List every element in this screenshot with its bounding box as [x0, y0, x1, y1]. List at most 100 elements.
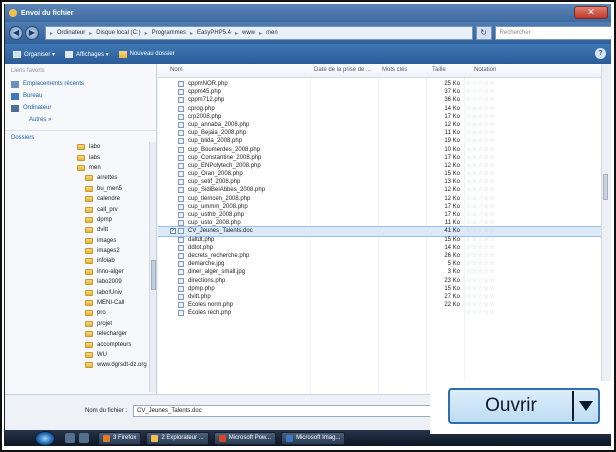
quick-launch-icon[interactable]: [65, 433, 75, 443]
column-date[interactable]: Date de la prise de ...: [314, 67, 371, 73]
open-button[interactable]: Ouvrir: [448, 388, 600, 424]
close-button[interactable]: ✕: [574, 6, 608, 19]
rating-stars-icon[interactable]: ☆☆☆☆☆: [466, 170, 495, 178]
breadcrumb-separator-icon[interactable]: ▸: [235, 30, 238, 37]
file-row[interactable]: crp2008.php 17 Ko ☆☆☆☆☆: [158, 113, 608, 121]
rating-stars-icon[interactable]: ☆☆☆☆☆: [466, 277, 495, 285]
breadcrumb-item[interactable]: Programmes: [152, 30, 186, 36]
favorite-link[interactable]: Ordinateur: [5, 102, 156, 114]
folder-tree-item[interactable]: MENI-Call: [5, 298, 156, 308]
rating-stars-icon[interactable]: ☆☆☆☆☆: [466, 113, 495, 121]
rating-stars-icon[interactable]: ☆☆☆☆☆: [466, 227, 495, 235]
folder-tree-item[interactable]: www.dgrsdt-dz.org: [5, 360, 156, 370]
selected-checkbox[interactable]: ✓: [170, 228, 176, 235]
file-row[interactable]: cppm712.php 36 Ko ☆☆☆☆☆: [158, 96, 608, 104]
rating-stars-icon[interactable]: ☆☆☆☆☆: [466, 105, 495, 113]
breadcrumb-separator-icon[interactable]: ▸: [89, 30, 92, 37]
rating-stars-icon[interactable]: ☆☆☆☆☆: [466, 236, 495, 244]
navigation-scrollbar[interactable]: [149, 142, 156, 392]
rating-stars-icon[interactable]: ☆☆☆☆☆: [466, 203, 495, 211]
file-row[interactable]: cup_ENPolytech_2008.php 12 Ko ☆☆☆☆☆: [158, 162, 608, 170]
taskbar-button[interactable]: 2 Explorateur ...: [146, 431, 209, 445]
file-row[interactable]: cup_setif_2008.php 13 Ko ☆☆☆☆☆: [158, 178, 608, 186]
folder-tree-item[interactable]: projet: [5, 319, 156, 329]
folder-tree-item[interactable]: men: [5, 163, 156, 173]
file-row[interactable]: cup_usthb_2008.php 17 Ko ☆☆☆☆☆: [158, 211, 608, 219]
file-row[interactable]: decrets_recherche.php 26 Ko ☆☆☆☆☆: [158, 252, 608, 260]
file-row[interactable]: cup_usto_2008.php 11 Ko ☆☆☆☆☆: [158, 219, 608, 227]
rating-stars-icon[interactable]: ☆☆☆☆☆: [466, 146, 495, 154]
file-row[interactable]: cprog.php 14 Ko ☆☆☆☆☆: [158, 105, 608, 113]
file-row[interactable]: dpmp.php 15 Ko ☆☆☆☆☆: [158, 285, 608, 293]
folder-tree-item[interactable]: inno-alger: [5, 267, 156, 277]
file-row[interactable]: diner_alger_small.jpg 3 Ko ☆☆☆☆☆: [158, 268, 608, 276]
rating-stars-icon[interactable]: ☆☆☆☆☆: [466, 301, 495, 309]
column-name[interactable]: Nom: [170, 67, 183, 73]
breadcrumb-item[interactable]: men: [266, 30, 278, 36]
file-row[interactable]: cppmNOR.php 25 Ko ☆☆☆☆☆: [158, 80, 608, 88]
file-list-scrollbar[interactable]: [601, 64, 608, 394]
column-tags[interactable]: Mots clés: [382, 67, 407, 73]
file-row[interactable]: Ecoles norm.php 22 Ko ☆☆☆☆☆: [158, 301, 608, 309]
folder-tree-item[interactable]: WU: [5, 350, 156, 360]
file-row[interactable]: cup_Boumerdes_2008.php 10 Ko ☆☆☆☆☆: [158, 146, 608, 154]
column-size[interactable]: Taille: [432, 67, 446, 73]
breadcrumb-separator-icon[interactable]: ▸: [190, 30, 193, 37]
rating-stars-icon[interactable]: ☆☆☆☆☆: [466, 80, 495, 88]
help-icon[interactable]: ?: [595, 48, 606, 59]
file-row[interactable]: dvitt.php 27 Ko ☆☆☆☆☆: [158, 293, 608, 301]
folder-tree-item[interactable]: telecharger: [5, 329, 156, 339]
rating-stars-icon[interactable]: ☆☆☆☆☆: [466, 260, 495, 268]
back-button[interactable]: ◀: [9, 26, 23, 40]
folder-tree-item[interactable]: labo2009: [5, 277, 156, 287]
folder-tree-item[interactable]: dvitt: [5, 225, 156, 235]
file-row[interactable]: cup_ummm_2008.php 17 Ko ☆☆☆☆☆: [158, 203, 608, 211]
rating-stars-icon[interactable]: ☆☆☆☆☆: [466, 195, 495, 203]
rating-stars-icon[interactable]: ☆☆☆☆☆: [466, 268, 495, 276]
rating-stars-icon[interactable]: ☆☆☆☆☆: [466, 285, 495, 293]
file-row[interactable]: Ecoles rech.php ☆☆☆☆☆: [158, 309, 608, 317]
navigation-scroll-thumb[interactable]: [151, 260, 156, 290]
file-row[interactable]: cppm45.php 37 Ko ☆☆☆☆☆: [158, 88, 608, 96]
folder-tree-item[interactable]: pro: [5, 308, 156, 318]
rating-stars-icon[interactable]: ☆☆☆☆☆: [466, 88, 495, 96]
folder-tree-item[interactable]: accompteurs: [5, 339, 156, 349]
quick-launch-icon[interactable]: [79, 433, 89, 443]
rating-stars-icon[interactable]: ☆☆☆☆☆: [466, 154, 495, 162]
file-row[interactable]: cup_Constantine_2008.php 17 Ko ☆☆☆☆☆: [158, 154, 608, 162]
taskbar-button[interactable]: Microsoft Imag...: [281, 431, 346, 445]
column-rating[interactable]: Notation: [474, 67, 496, 73]
new-folder-button[interactable]: Nouveau dossier: [118, 50, 175, 58]
folder-tree-item[interactable]: images2: [5, 246, 156, 256]
rating-stars-icon[interactable]: ☆☆☆☆☆: [466, 121, 495, 129]
folder-tree-item[interactable]: arrettes: [5, 173, 156, 183]
file-list-scroll-thumb[interactable]: [603, 174, 608, 200]
address-bar[interactable]: ▸ Ordinateur ▸ Disque local (C:) ▸ Programmes…: [44, 26, 473, 40]
start-button[interactable]: [35, 430, 55, 446]
views-menu[interactable]: Affichages ▾: [65, 50, 109, 58]
file-row[interactable]: cup_Bejaia_2008.php 11 Ko ☆☆☆☆☆: [158, 129, 608, 137]
favorite-link[interactable]: Emplacements récents: [5, 78, 156, 90]
file-row[interactable]: cup_blida_2008.php 19 Ko ☆☆☆☆☆: [158, 137, 608, 145]
folder-tree-item[interactable]: images: [5, 236, 156, 246]
folder-tree-item[interactable]: labs: [5, 152, 156, 162]
filename-input[interactable]: CV_Jeunes_Talents.doc: [133, 405, 433, 417]
breadcrumb-separator-icon[interactable]: ▸: [50, 30, 53, 37]
breadcrumb-separator-icon[interactable]: ▸: [145, 30, 148, 37]
file-row[interactable]: demarche.jpg 5 Ko ☆☆☆☆☆: [158, 260, 608, 268]
rating-stars-icon[interactable]: ☆☆☆☆☆: [466, 162, 495, 170]
breadcrumb-item[interactable]: www: [242, 30, 255, 36]
folder-tree-item[interactable]: call_prv: [5, 204, 156, 214]
file-row[interactable]: ✓ CV_Jeunes_Talents.doc 41 Ko ☆☆☆☆☆: [158, 226, 608, 237]
taskbar-button[interactable]: Microsoft Pow...: [213, 431, 277, 445]
more-links[interactable]: Autres »: [5, 114, 156, 126]
favorite-link[interactable]: Bureau: [5, 90, 156, 102]
rating-stars-icon[interactable]: ☆☆☆☆☆: [466, 186, 495, 194]
folder-tree-item[interactable]: bu_men5: [5, 184, 156, 194]
organize-menu[interactable]: Organiser ▾: [13, 50, 55, 58]
file-row[interactable]: cup_tlemcen_2008.php 12 Ko ☆☆☆☆☆: [158, 195, 608, 203]
breadcrumb-separator-icon[interactable]: ▸: [259, 30, 262, 37]
breadcrumb-item[interactable]: Disque local (C:): [96, 30, 140, 36]
rating-stars-icon[interactable]: ☆☆☆☆☆: [466, 178, 495, 186]
rating-stars-icon[interactable]: ☆☆☆☆☆: [466, 252, 495, 260]
